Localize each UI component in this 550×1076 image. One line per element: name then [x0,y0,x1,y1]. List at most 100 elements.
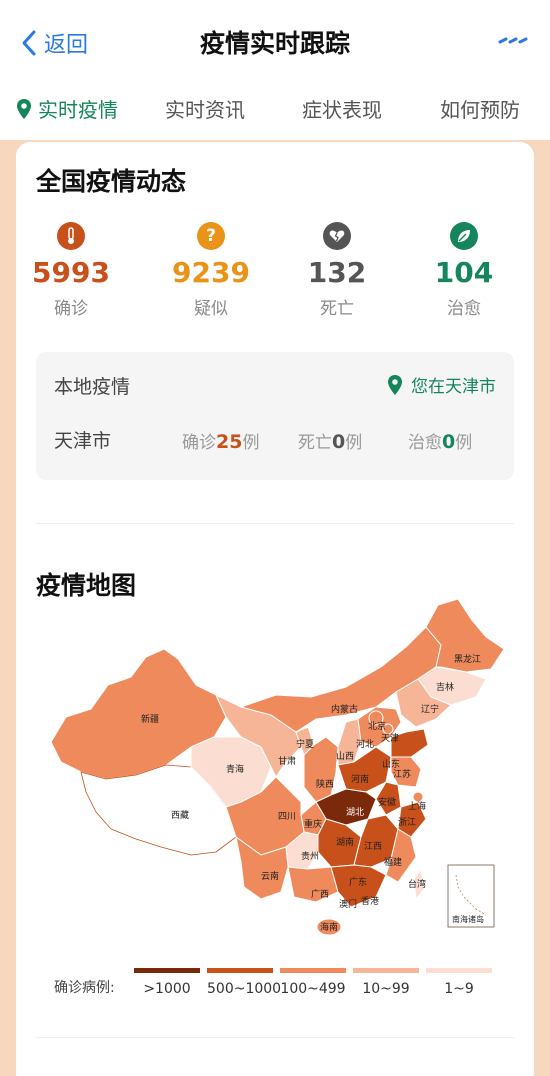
legend-title: 确诊病例: [54,980,115,996]
tab-label: 实时资讯 [165,98,245,122]
svg-text:新疆: 新疆 [141,713,159,725]
confirmed-suffix: 例 [242,433,260,453]
deaths-suffix: 例 [345,433,363,453]
svg-text:贵州: 贵州 [301,850,319,862]
legend-item: 1~9 [426,968,492,997]
svg-text:内蒙古: 内蒙古 [331,703,358,715]
current-location[interactable]: 您在天津市 [387,372,496,397]
tab-realtime-epidemic[interactable]: 实时疫情 [16,94,118,123]
cured-value: 0 [442,431,456,453]
legend-label: 500~1000 [207,981,282,997]
legend-item: 10~99 [353,968,419,997]
stat-value: 104 [434,256,494,289]
divider [36,523,514,524]
epidemic-map[interactable]: 新疆 西藏 青海 甘肃 宁夏 内蒙古 黑龙江 吉林 辽宁 北京 天津 河北 山西… [46,597,506,957]
tab-bar: 实时疫情 实时资讯 症状表现 如何预防 [0,84,550,140]
stat-value: 132 [307,256,367,289]
stat-label: 确诊 [54,299,88,319]
svg-text:浙江: 浙江 [398,816,416,828]
svg-text:广西: 广西 [311,888,329,900]
tab-prevention[interactable]: 如何预防 [440,94,520,123]
svg-text:北京: 北京 [368,720,386,732]
stat-deaths: 132 死亡 [282,222,392,319]
local-city: 天津市 [54,430,112,452]
svg-text:台湾: 台湾 [408,878,426,890]
deaths-value: 0 [332,431,346,453]
more-icon[interactable] [498,30,528,50]
province-shanghai [412,791,424,803]
svg-text:海南: 海南 [320,921,338,933]
stat-value: 5993 [32,256,110,289]
svg-text:陕西: 陕西 [316,778,334,790]
svg-text:黑龙江: 黑龙江 [454,653,481,665]
legend-item: 100~499 [280,968,346,997]
legend-swatch [353,968,419,973]
svg-text:青海: 青海 [226,763,244,775]
svg-text:重庆: 重庆 [304,818,322,830]
svg-text:四川: 四川 [278,812,296,822]
svg-text:云南: 云南 [261,870,279,882]
svg-text:澳门: 澳门 [339,898,357,910]
svg-text:辽宁: 辽宁 [421,703,439,715]
tab-label: 如何预防 [440,98,520,122]
legend-label: 100~499 [280,981,346,997]
tab-label: 症状表现 [302,98,382,122]
stat-confirmed: 5993 确诊 [16,222,126,319]
svg-text:福建: 福建 [384,856,402,868]
svg-text:广东: 广东 [349,876,367,888]
local-panel: 本地疫情 您在天津市 天津市 确诊25例 死亡0例 治愈0例 [36,352,514,480]
deaths-prefix: 死亡 [298,433,332,453]
legend-swatch [280,968,346,973]
svg-text:香港: 香港 [361,895,379,907]
tab-realtime-news[interactable]: 实时资讯 [165,94,245,123]
legend-label: >1000 [143,981,191,997]
cured-suffix: 例 [455,433,473,453]
location-text: 您在天津市 [411,377,496,397]
tab-symptoms[interactable]: 症状表现 [302,94,382,123]
south-china-sea-inset: 南海诸岛 [447,864,495,928]
location-pin-icon [17,98,31,119]
svg-text:南海诸岛: 南海诸岛 [452,914,484,924]
stat-suspected: ? 9239 疑似 [156,222,266,319]
broken-heart-icon [323,222,351,250]
legend-swatch [426,968,492,973]
page-title: 疫情实时跟踪 [199,29,350,58]
tab-label: 实时疫情 [38,98,118,122]
local-confirmed: 确诊25例 [182,428,259,453]
svg-text:吉林: 吉林 [436,681,454,693]
cured-prefix: 治愈 [408,433,442,453]
content-card: 全国疫情动态 5993 确诊 ? 9239 疑似 132 死亡 104 治愈 本… [16,142,534,1076]
location-pin-icon [388,374,402,395]
legend-swatch [207,968,273,973]
svg-text:湖南: 湖南 [336,836,354,848]
local-deaths: 死亡0例 [298,428,362,453]
stat-label: 治愈 [447,299,481,319]
thermometer-icon [57,222,85,250]
top-bar: 返回 疫情实时跟踪 [0,0,550,84]
stat-value: 9239 [172,256,250,289]
svg-text:江苏: 江苏 [393,768,411,780]
svg-text:宁夏: 宁夏 [296,738,314,750]
svg-text:山东: 山东 [382,758,400,770]
svg-text:河南: 河南 [351,773,369,785]
svg-text:甘肃: 甘肃 [278,755,296,767]
legend-item: 500~1000 [207,968,282,997]
local-cured: 治愈0例 [408,428,472,453]
legend-swatch [134,968,200,973]
svg-text:天津: 天津 [381,733,399,744]
leaf-icon [450,222,478,250]
svg-text:河北: 河北 [356,738,374,750]
local-title: 本地疫情 [54,376,131,398]
national-title: 全国疫情动态 [36,167,187,196]
stat-label: 疑似 [194,299,228,319]
svg-text:湖北: 湖北 [346,807,364,818]
svg-text:山西: 山西 [336,751,354,762]
legend-item: >1000 [134,968,200,997]
svg-text:上海: 上海 [408,800,426,812]
legend-label: 10~99 [362,981,410,997]
svg-text:江西: 江西 [364,841,382,852]
divider [36,1037,514,1038]
stat-cured: 104 治愈 [409,222,519,319]
question-icon: ? [197,222,225,250]
stat-label: 死亡 [320,299,354,319]
